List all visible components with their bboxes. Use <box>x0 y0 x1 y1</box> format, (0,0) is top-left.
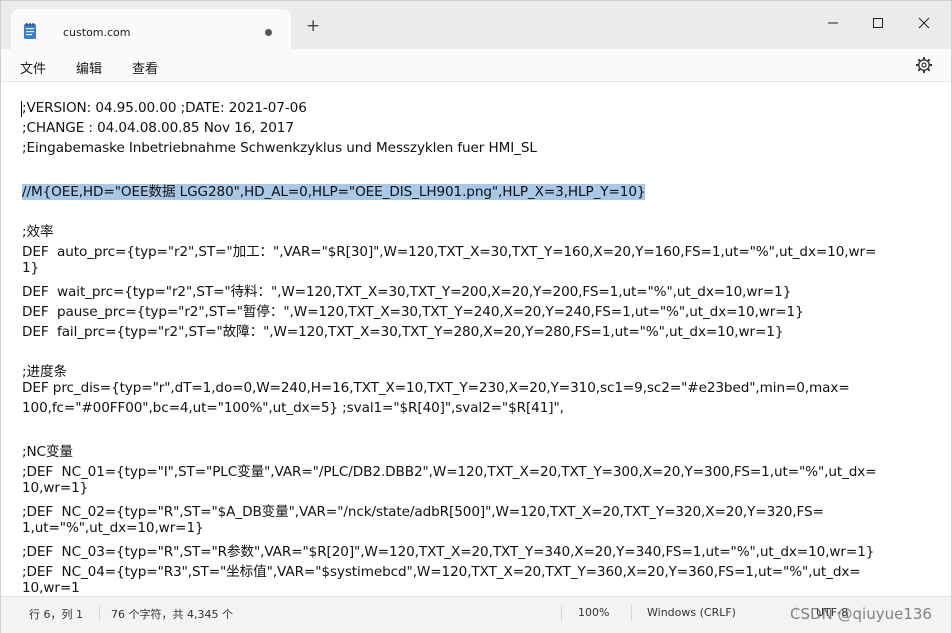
new-tab-button[interactable]: + <box>306 17 320 35</box>
editor-line: DEF fail_prc={typ="r2",ST="故障：",W=120,TX… <box>22 324 784 340</box>
text-caret <box>21 101 22 117</box>
menu-view[interactable]: 查看 <box>132 58 158 77</box>
zoom-level[interactable]: 100% <box>578 606 609 619</box>
minimize-icon[interactable] <box>823 13 843 33</box>
editor-line: ;NC变量 <box>22 444 73 460</box>
csdn-watermark: CSDN @qiuyue136 <box>790 605 932 623</box>
editor-line: 100,fc="#00FF00",bc=4,ut="100%",ut_dx=5}… <box>22 400 564 416</box>
notepad-icon <box>24 23 36 39</box>
editor-line: ;DEF NC_04={typ="R3",ST="坐标值",VAR="$syst… <box>22 564 861 580</box>
editor-line: 1,ut="%",ut_dx=10,wr=1} <box>22 520 204 536</box>
title-bar: custom.com + <box>1 1 951 49</box>
divider <box>99 605 100 621</box>
divider <box>561 605 562 621</box>
editor-line: //M{OEE,HD="OEE数据 LGG280",HD_AL=0,HLP="O… <box>22 180 646 200</box>
editor-line: ;进度条 <box>22 364 67 380</box>
close-icon[interactable] <box>914 13 934 33</box>
cursor-position: 行 6，列 1 <box>29 608 83 621</box>
editor-line: 10,wr=1 <box>22 580 80 596</box>
character-count: 76 个字符，共 4,345 个 <box>111 608 233 621</box>
editor-line: DEF wait_prc={typ="r2",ST="待料：",W=120,TX… <box>22 284 792 300</box>
menu-file[interactable]: 文件 <box>20 58 46 77</box>
editor-line: ;DEF NC_02={typ="R",ST="$A_DB变量",VAR="/n… <box>22 504 824 520</box>
tab-custom-com[interactable]: custom.com <box>11 9 291 49</box>
menu-edit[interactable]: 编辑 <box>76 58 102 77</box>
text-editor[interactable]: ;VERSION: 04.95.00.00 ;DATE: 2021-07-06;… <box>1 82 951 596</box>
editor-line: 10,wr=1} <box>22 480 89 496</box>
editor-line: DEF prc_dis={typ="r",dT=1,do=0,W=240,H=1… <box>22 380 850 396</box>
settings-gear-icon[interactable] <box>915 56 933 74</box>
line-ending[interactable]: Windows (CRLF) <box>647 606 736 619</box>
selected-text: //M{OEE,HD="OEE数据 LGG280",HD_AL=0,HLP="O… <box>22 184 646 200</box>
editor-line: 1} <box>22 260 40 276</box>
menu-bar: 文件 编辑 查看 <box>1 49 951 82</box>
editor-line: ;DEF NC_03={typ="R",ST="R参数",VAR="$R[20]… <box>22 544 875 560</box>
editor-line: ;效率 <box>22 224 54 240</box>
editor-line: ;Eingabemaske Inbetriebnahme Schwenkzykl… <box>22 140 537 156</box>
unsaved-dot-icon[interactable] <box>265 29 272 36</box>
tab-title: custom.com <box>63 26 131 39</box>
editor-line: ;VERSION: 04.95.00.00 ;DATE: 2021-07-06 <box>22 100 307 116</box>
notepad-window: custom.com + 文件 编辑 查看 ;VERSION: 04.95.00… <box>0 0 952 633</box>
editor-line: DEF auto_prc={typ="r2",ST="加工：",VAR="$R[… <box>22 244 877 260</box>
editor-line: ;CHANGE : 04.04.08.00.85 Nov 16, 2017 <box>22 120 294 136</box>
editor-line: DEF pause_prc={typ="r2",ST="暂停：",W=120,T… <box>22 304 804 320</box>
divider <box>631 605 632 621</box>
maximize-icon[interactable] <box>868 13 888 33</box>
editor-line: ;DEF NC_01={typ="I",ST="PLC变量",VAR="/PLC… <box>22 464 877 480</box>
